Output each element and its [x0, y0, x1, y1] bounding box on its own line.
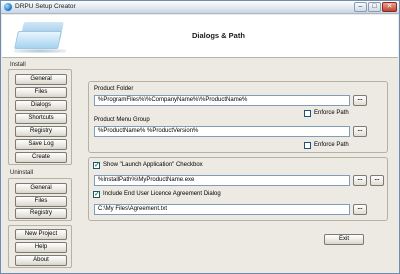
new-project-button[interactable]: New Project: [15, 229, 67, 240]
launch-app-path-input[interactable]: %InstallPath%\MyProductName.exe: [94, 175, 350, 186]
options-panel: ✓ Show "Launch Application" Checkbox %In…: [88, 157, 388, 221]
header-banner: Dialogs & Path: [2, 15, 398, 58]
window-title: DRPU Setup Creator: [15, 3, 76, 10]
product-folder-browse-button[interactable]: ...: [353, 95, 367, 106]
product-menu-group-label: Product Menu Group: [94, 117, 150, 123]
misc-group: New Project Help About: [8, 225, 72, 268]
eula-checkbox[interactable]: ✓: [93, 191, 100, 198]
launch-app-browse-button-2[interactable]: ...: [370, 175, 384, 186]
title-bar[interactable]: DRPU Setup Creator – □ ✕: [1, 1, 399, 14]
product-menu-group-browse-button[interactable]: ...: [353, 126, 367, 137]
product-folder-enforce-label: Enforce Path: [314, 110, 349, 116]
install-shortcuts-button[interactable]: Shortcuts: [15, 113, 67, 124]
product-menu-enforce-label: Enforce Path: [314, 142, 349, 148]
install-dialogs-button[interactable]: Dialogs: [15, 100, 67, 111]
install-files-button[interactable]: Files: [15, 87, 67, 98]
uninstall-group: General Files Registry: [8, 178, 72, 221]
launch-app-checkbox-label: Show "Launch Application" Checkbox: [103, 162, 203, 168]
install-registry-button[interactable]: Registry: [15, 126, 67, 137]
product-folder-enforce-checkbox[interactable]: [304, 110, 311, 117]
install-create-button[interactable]: Create: [15, 152, 67, 163]
install-save-log-button[interactable]: Save Log: [15, 139, 67, 150]
maximize-button[interactable]: □: [368, 2, 381, 12]
help-button[interactable]: Help: [15, 242, 67, 253]
app-window: DRPU Setup Creator – □ ✕ Dialogs & Path …: [0, 0, 400, 274]
eula-browse-button[interactable]: ...: [353, 204, 367, 215]
uninstall-group-label: Uninstall: [10, 170, 34, 176]
uninstall-registry-button[interactable]: Registry: [15, 208, 67, 219]
install-general-button[interactable]: General: [15, 74, 67, 85]
app-logo-icon: [4, 3, 12, 11]
eula-checkbox-label: Include End User Licence Agreement Dialo…: [103, 191, 221, 197]
product-folder-input[interactable]: %ProgramFiles%\%CompanyName%\%ProductNam…: [94, 95, 350, 106]
about-button[interactable]: About: [15, 255, 67, 266]
launch-app-checkbox[interactable]: ✓: [93, 162, 100, 169]
minimize-button[interactable]: –: [354, 2, 367, 12]
product-folder-label: Product Folder: [94, 86, 134, 92]
uninstall-files-button[interactable]: Files: [15, 196, 67, 207]
close-button[interactable]: ✕: [382, 2, 397, 12]
install-group-label: Install: [10, 62, 26, 68]
exit-button[interactable]: Exit: [324, 234, 364, 245]
window-controls: – □ ✕: [354, 2, 397, 12]
product-menu-group-input[interactable]: %ProductName% %ProductVersion%: [94, 126, 350, 137]
product-logo-icon: [12, 19, 68, 55]
install-group: General Files Dialogs Shortcuts Registry…: [8, 69, 72, 165]
page-title: Dialogs & Path: [192, 31, 245, 40]
paths-panel: Product Folder %ProgramFiles%\%CompanyNa…: [88, 81, 388, 153]
launch-app-browse-button[interactable]: ...: [353, 175, 367, 186]
uninstall-general-button[interactable]: General: [15, 183, 67, 194]
eula-path-input[interactable]: C:\My Files\Agreement.txt: [94, 204, 350, 215]
product-menu-enforce-checkbox[interactable]: [304, 142, 311, 149]
